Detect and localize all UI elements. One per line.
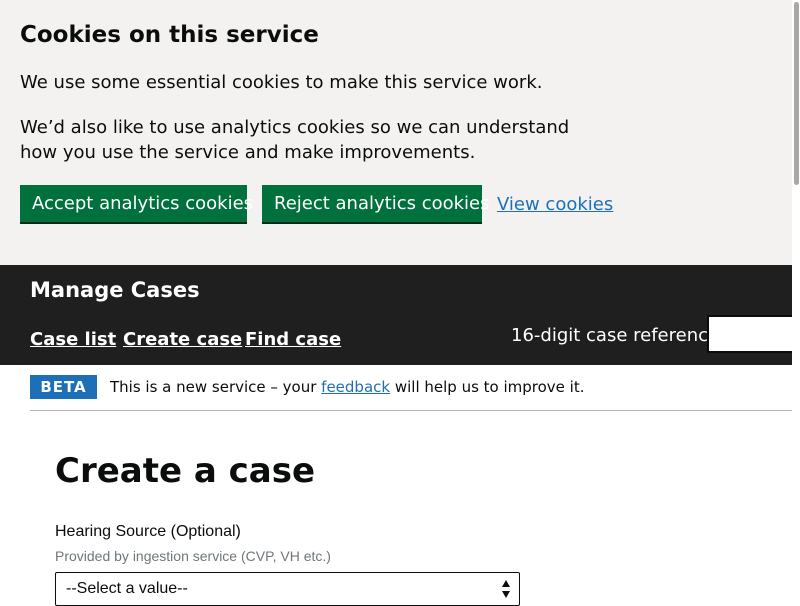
cookie-banner-text: We use some essential cookies to make th… <box>20 72 543 93</box>
hearing-source-label: Hearing Source (Optional) <box>55 523 241 540</box>
scrollbar-thumb[interactable] <box>794 2 799 185</box>
case-reference-label: 16-digit case reference: <box>511 325 726 346</box>
page-scrollbar[interactable] <box>792 0 800 600</box>
service-name[interactable]: Manage Cases <box>30 276 200 304</box>
hearing-source-hint: Provided by ingestion service (CVP, VH e… <box>55 548 331 564</box>
hearing-source-select[interactable]: --Select a value-- <box>55 572 520 606</box>
nav-find-case[interactable]: Find case <box>245 328 341 352</box>
cookie-banner-title: Cookies on this service <box>20 22 319 48</box>
case-reference-input[interactable] <box>707 315 800 353</box>
phase-text-after: will help us to improve it. <box>390 378 585 396</box>
phase-text-before: This is a new service – your <box>110 378 322 396</box>
select-arrows-icon <box>502 580 510 598</box>
cookie-banner: Cookies on this service We use some esse… <box>0 0 792 265</box>
reject-cookies-button[interactable]: Reject analytics cookies <box>262 185 490 222</box>
nav-create-case[interactable]: Create case <box>123 328 242 352</box>
cookie-banner-analytics-text: We’d also like to use analytics cookies … <box>20 117 570 163</box>
hearing-source-selected-value: --Select a value-- <box>66 580 188 597</box>
nav-case-list[interactable]: Case list <box>30 328 116 352</box>
accept-cookies-button[interactable]: Accept analytics cookies <box>20 185 253 222</box>
view-cookies-link[interactable]: View cookies <box>497 192 613 217</box>
site-header: Manage Cases Case list Create case Find … <box>0 265 800 365</box>
phase-banner: BETA This is a new service – your feedba… <box>30 365 800 411</box>
page-title: Create a case <box>55 451 316 491</box>
beta-tag: BETA <box>30 375 97 399</box>
feedback-link[interactable]: feedback <box>321 378 390 396</box>
phase-banner-text: This is a new service – your feedback wi… <box>110 377 585 397</box>
